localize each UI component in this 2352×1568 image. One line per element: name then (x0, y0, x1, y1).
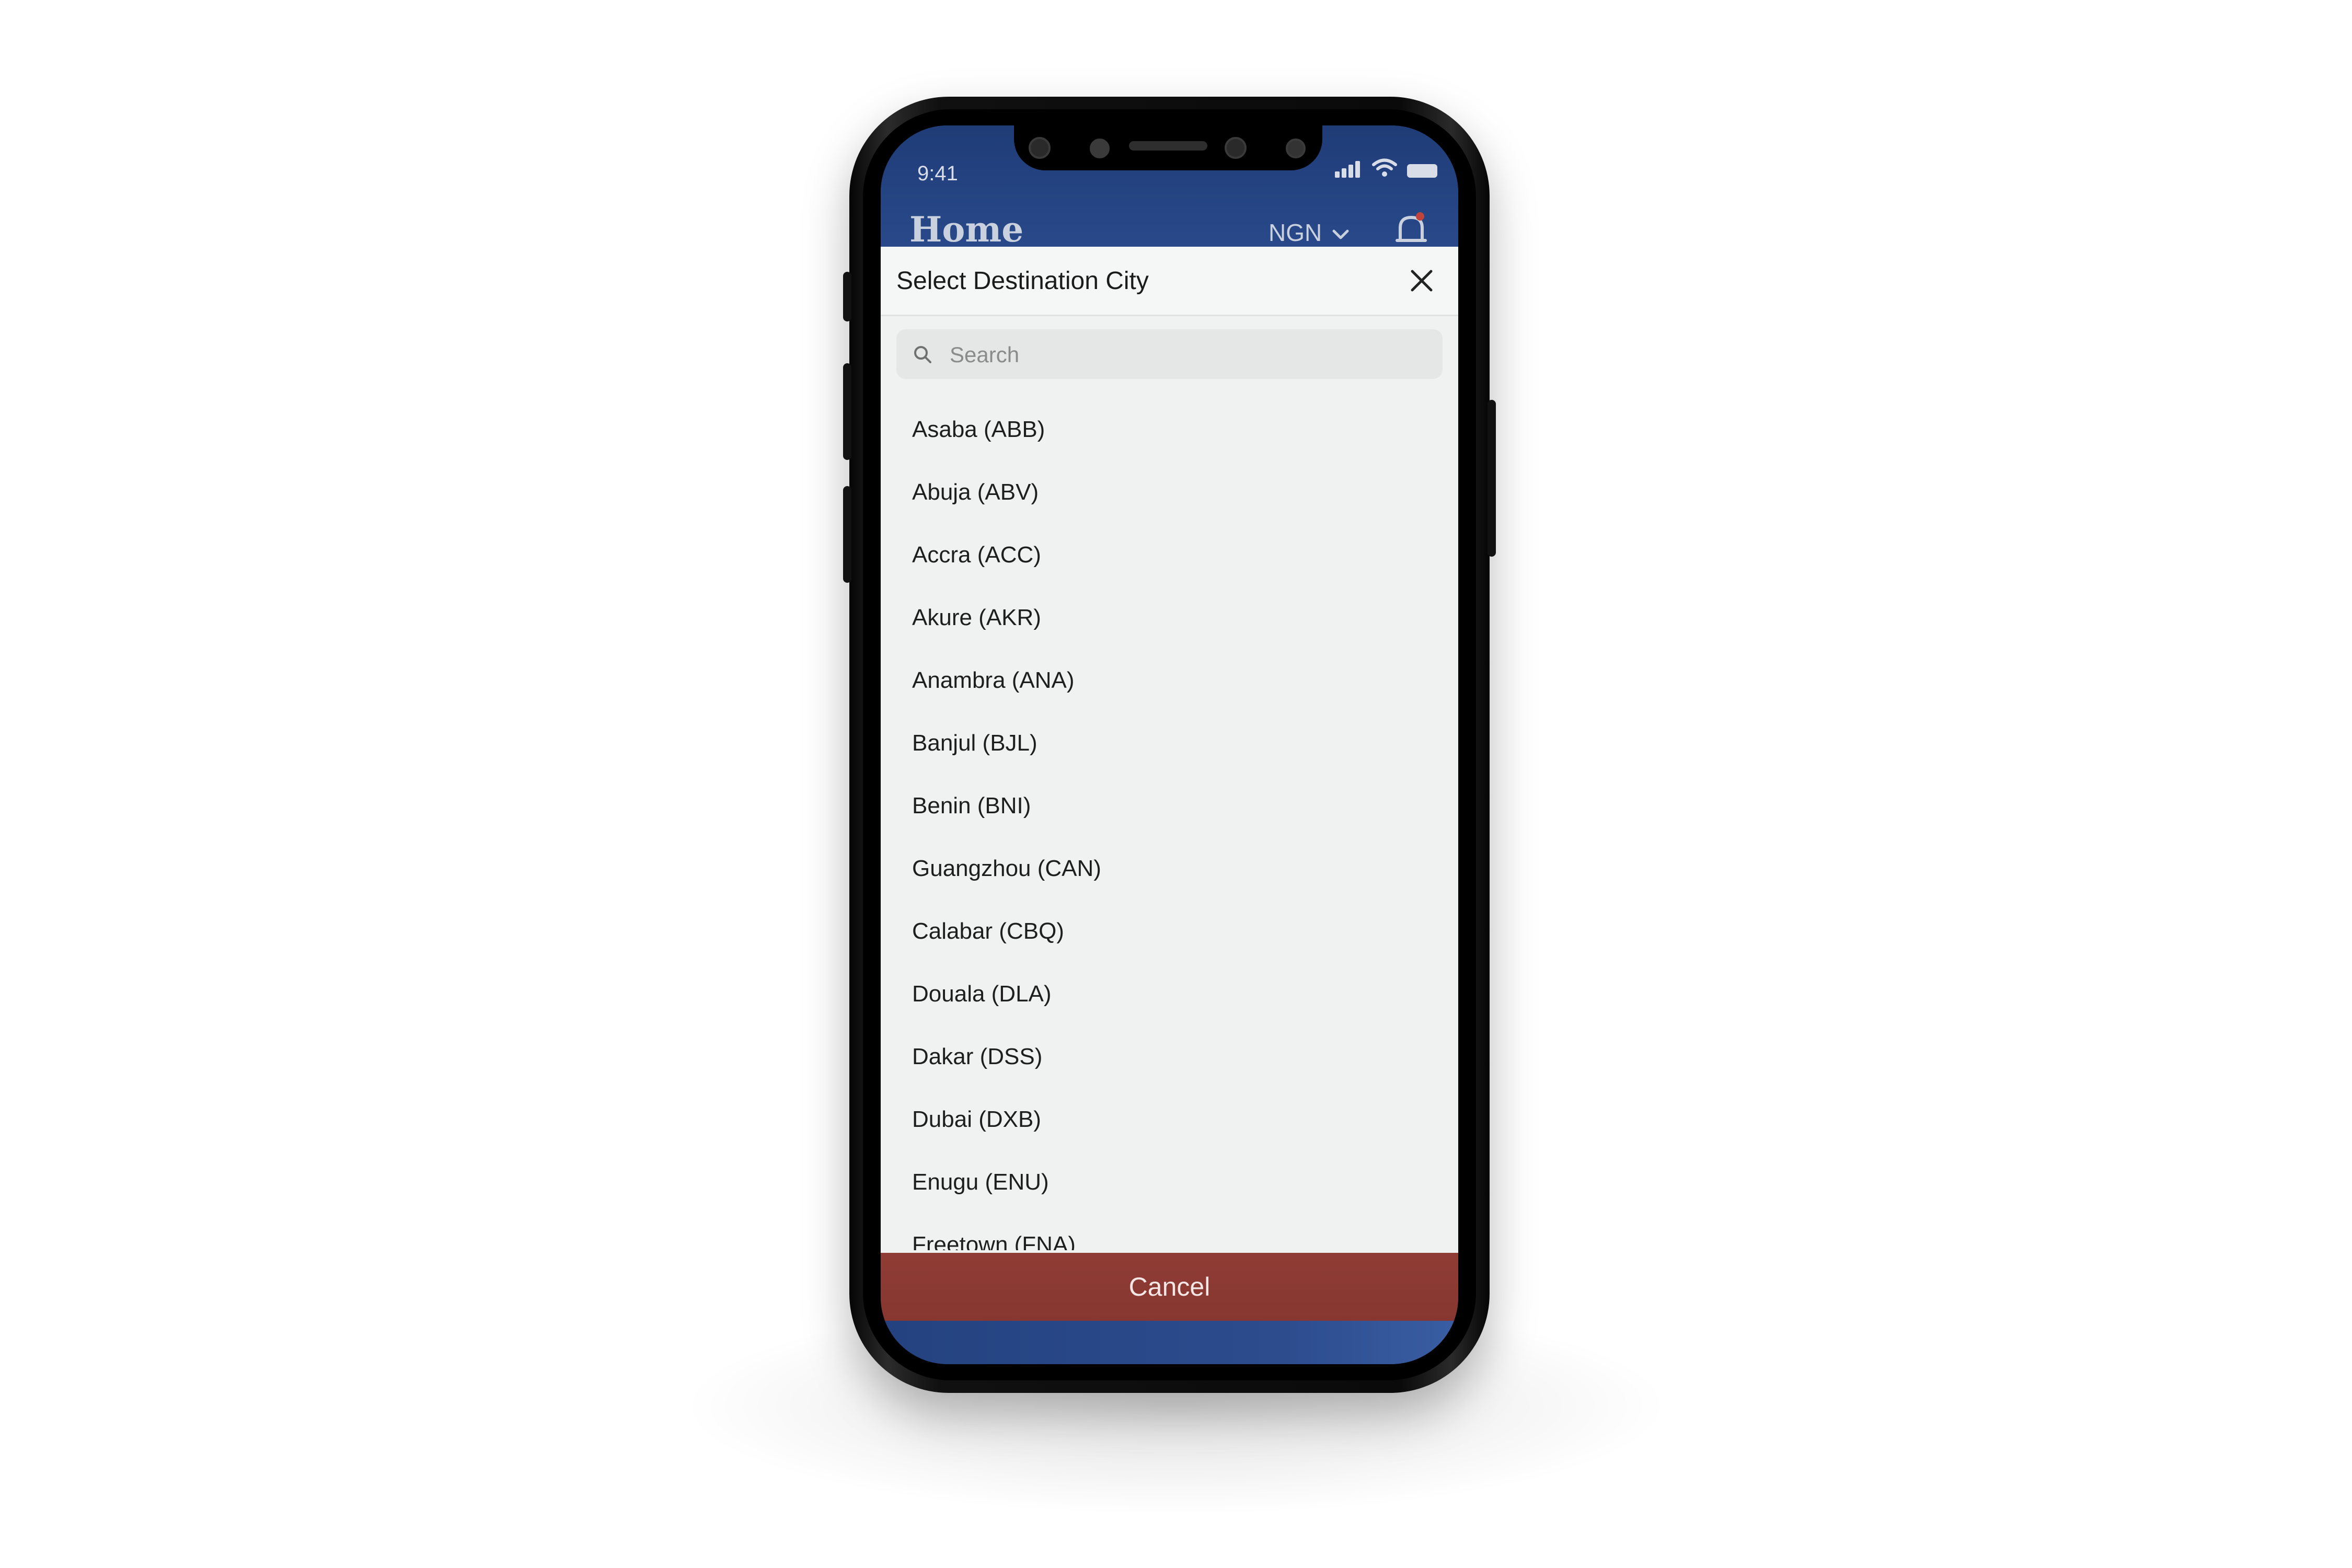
status-time: 9:41 (917, 162, 958, 185)
close-icon[interactable] (1406, 265, 1437, 296)
wifi-icon (1372, 158, 1397, 177)
city-list-item[interactable]: Benin (BNI) (912, 780, 1435, 832)
city-list-item[interactable]: Accra (ACC) (912, 529, 1435, 581)
notification-bell-icon[interactable] (1393, 209, 1429, 246)
volume-down-button (843, 486, 851, 583)
modal-title: Select Destination City (896, 267, 1149, 295)
volume-up-button (843, 363, 851, 460)
app-header: 9:41 Home NGN (881, 125, 1458, 250)
city-list-item[interactable]: Douala (DLA) (912, 968, 1435, 1020)
sensor-dot (1225, 137, 1247, 159)
city-list-item[interactable]: Guangzhou (CAN) (912, 843, 1435, 895)
page-title: Home (909, 209, 1024, 250)
currency-selector[interactable]: NGN (1269, 218, 1350, 247)
city-list-item[interactable]: Abuja (ABV) (912, 466, 1435, 518)
mockup-stage: 9:41 Home NGN Select Destination City Se… (0, 0, 2352, 1568)
city-list-item[interactable]: Enugu (ENU) (912, 1156, 1435, 1208)
city-list-item[interactable]: Calabar (CBQ) (912, 905, 1435, 958)
battery-icon (1407, 164, 1437, 178)
city-list-item[interactable]: Dakar (DSS) (912, 1031, 1435, 1083)
mute-switch (843, 272, 851, 321)
front-camera-dot (1286, 139, 1306, 158)
modal-header: Select Destination City (881, 247, 1458, 316)
city-list-item[interactable]: Anambra (ANA) (912, 654, 1435, 707)
phone-screen: 9:41 Home NGN Select Destination City Se… (881, 125, 1458, 1364)
destination-city-modal: Select Destination City Asaba (ABB) (881, 247, 1458, 1253)
camera-dot (1090, 139, 1110, 158)
city-list-item[interactable]: Freetown (FNA) (912, 1219, 1435, 1250)
currency-label: NGN (1269, 219, 1322, 246)
cancel-button[interactable]: Cancel (881, 1253, 1458, 1321)
chevron-down-icon (1332, 229, 1349, 239)
notch (1014, 125, 1322, 170)
city-list-item[interactable]: Akure (AKR) (912, 592, 1435, 644)
search-icon (914, 346, 931, 363)
speaker-grille (1129, 141, 1207, 151)
search-input[interactable] (949, 335, 1421, 375)
signal-icon (1335, 160, 1362, 178)
power-button (1488, 400, 1496, 557)
status-icons (1335, 157, 1437, 178)
city-list-item[interactable]: Dubai (DXB) (912, 1093, 1435, 1146)
sensor-dot (1029, 137, 1051, 159)
search-box (896, 329, 1443, 379)
phone-frame: 9:41 Home NGN Select Destination City Se… (843, 97, 1496, 1393)
city-list: Asaba (ABB) Abuja (ABV) Accra (ACC) Akur… (881, 388, 1458, 1250)
bottom-app-band (881, 1321, 1458, 1364)
city-list-item[interactable]: Banjul (BJL) (912, 717, 1435, 769)
city-list-item[interactable]: Asaba (ABB) (912, 403, 1435, 456)
